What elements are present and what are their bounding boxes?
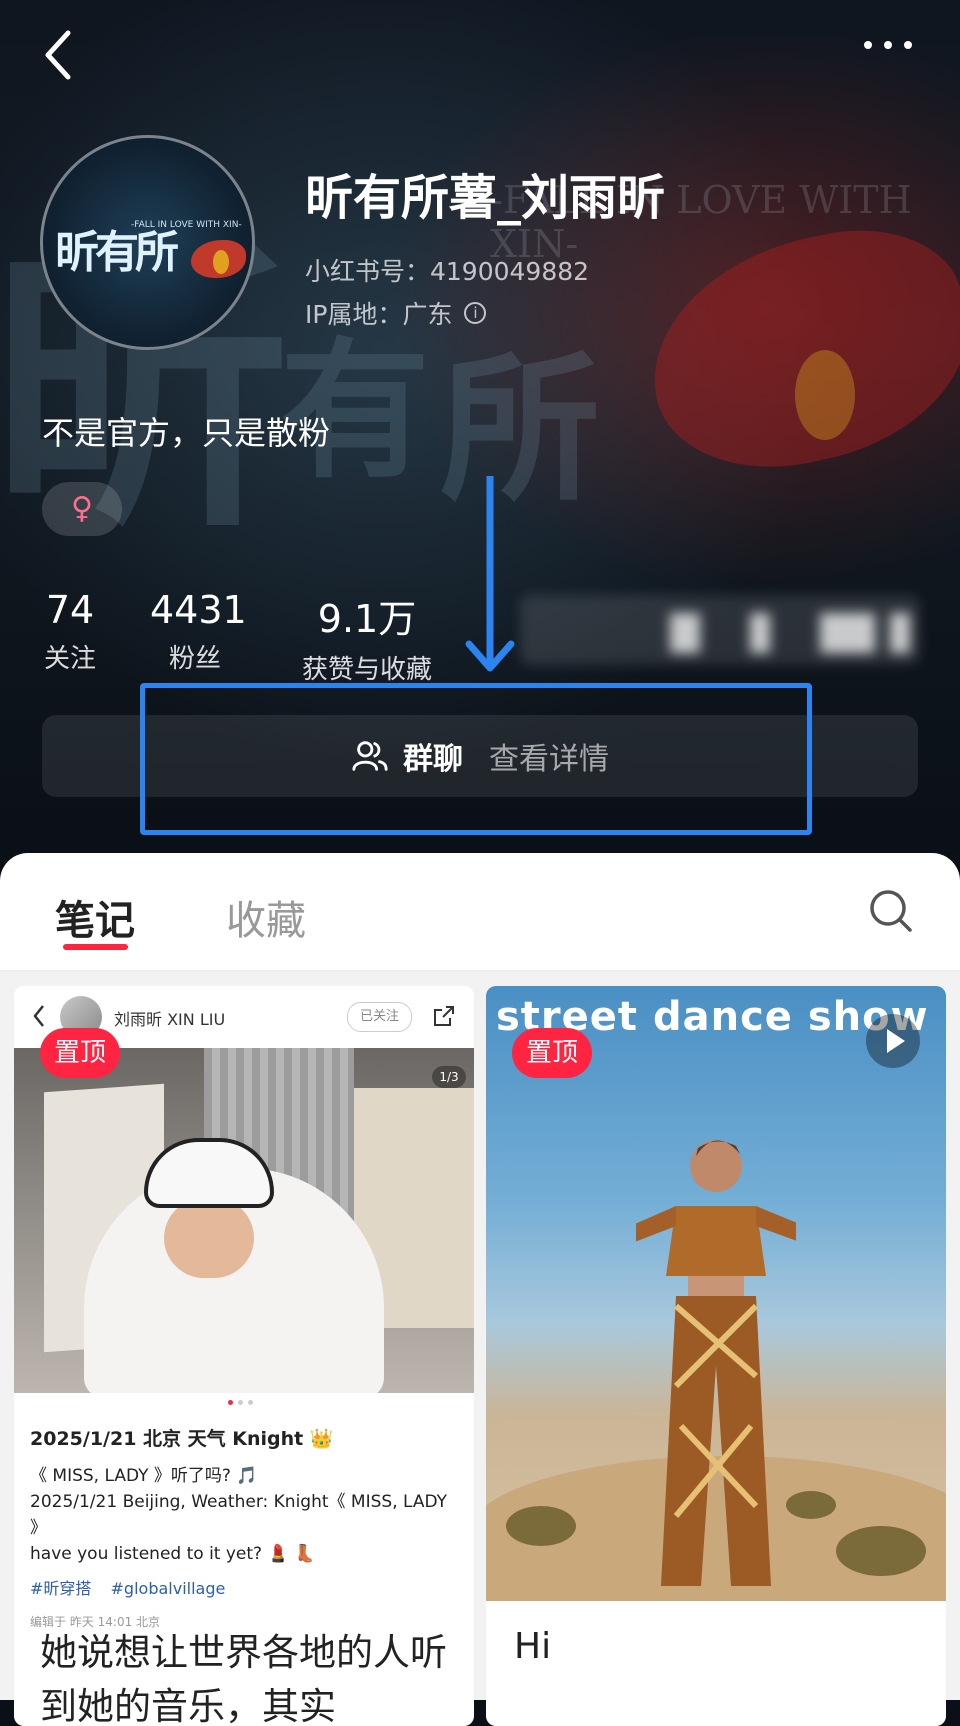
stat-fans[interactable]: 4431 粉丝 bbox=[150, 588, 247, 675]
note-title: 她说想让世界各地的人听到她的音乐，其实 bbox=[40, 1631, 447, 1726]
note-card[interactable]: street dance show Hi 置顶 bbox=[486, 986, 946, 1726]
caption-line: 2025/1/21 Beijing, Weather: Knight《 MISS… bbox=[30, 1492, 448, 1538]
carousel-dots bbox=[228, 1400, 253, 1405]
username: 昕有所薯_刘雨昕 bbox=[305, 170, 666, 226]
more-button[interactable] bbox=[860, 30, 920, 60]
background-logo-char-3: 所 bbox=[440, 335, 601, 523]
image-counter: 1/3 bbox=[432, 1066, 466, 1088]
pinned-badge: 置顶 bbox=[512, 1028, 593, 1078]
stat-likes-value: 9.1万 bbox=[317, 597, 417, 641]
play-icon bbox=[866, 1014, 920, 1068]
stat-following-label: 关注 bbox=[43, 644, 96, 674]
dancer-figure bbox=[636, 1140, 796, 1586]
stat-fans-label: 粉丝 bbox=[168, 644, 221, 674]
bio: 不是官方，只是散粉 bbox=[42, 414, 331, 452]
search-icon bbox=[870, 890, 912, 932]
info-icon[interactable]: i bbox=[464, 302, 487, 324]
annotation-arrow-icon bbox=[465, 476, 515, 672]
top-bar bbox=[0, 0, 960, 100]
annotation-highlight-box bbox=[140, 683, 812, 835]
tab-collections[interactable]: 收藏 bbox=[226, 888, 306, 946]
hashtag[interactable]: #昕穿搭 bbox=[30, 1579, 91, 1598]
back-arrow-icon bbox=[45, 30, 71, 80]
stat-fans-value: 4431 bbox=[150, 588, 247, 632]
pinned-badge: 置顶 bbox=[40, 1028, 121, 1078]
gender-tag: ♀ bbox=[42, 482, 122, 536]
avatar[interactable]: 昕有所 -FALL IN LOVE WITH XIN- bbox=[40, 135, 255, 350]
hashtag[interactable]: #globalvillage bbox=[111, 1579, 226, 1598]
note-card[interactable]: 刘雨昕 XIN LIU 已关注 1/3 2025/1/21 北京 天气 Knig… bbox=[14, 986, 474, 1726]
share-icon bbox=[434, 1006, 454, 1026]
female-icon: ♀ bbox=[71, 491, 93, 526]
tag-list: #昕穿搭 #globalvillage bbox=[30, 1575, 460, 1599]
following-badge: 已关注 bbox=[347, 1002, 413, 1032]
search-button[interactable] bbox=[868, 888, 914, 934]
background-seed bbox=[795, 350, 855, 440]
back-button[interactable] bbox=[40, 25, 80, 85]
ip-location-text: IP属地：广东 bbox=[305, 300, 453, 329]
tab-notes[interactable]: 笔记 bbox=[55, 888, 135, 946]
note-cover-image: 1/3 bbox=[14, 1048, 474, 1393]
back-arrow-icon bbox=[33, 1005, 44, 1027]
blurred-region bbox=[520, 595, 920, 665]
caption-line: have you listened to it yet? 💄 👢 bbox=[30, 1544, 316, 1564]
note-title: Hi bbox=[514, 1626, 552, 1667]
active-tab-indicator bbox=[63, 944, 128, 950]
red-id[interactable]: 小红书号：4190049882 bbox=[305, 252, 589, 288]
ip-location: IP属地：广东 i bbox=[305, 295, 487, 331]
stat-following[interactable]: 74 关注 bbox=[40, 588, 100, 675]
stat-likes-label: 获赞与收藏 bbox=[301, 655, 432, 685]
avatar-subtext: -FALL IN LOVE WITH XIN- bbox=[131, 220, 242, 230]
avatar-seed-icon bbox=[213, 250, 229, 274]
stat-following-value: 74 bbox=[45, 588, 95, 632]
note-caption: 2025/1/21 北京 天气 Knight 👑 《 MISS, LADY 》听… bbox=[30, 1424, 460, 1630]
note-cover-image: street dance show bbox=[486, 986, 946, 1601]
notes-feed: 刘雨昕 XIN LIU 已关注 1/3 2025/1/21 北京 天气 Knig… bbox=[0, 972, 960, 1726]
more-dots-icon bbox=[864, 41, 912, 49]
header-author-name: 刘雨昕 XIN LIU bbox=[114, 1010, 226, 1029]
stat-likes[interactable]: 9.1万 获赞与收藏 bbox=[292, 588, 442, 686]
caption-line: 2025/1/21 北京 天气 Knight 👑 bbox=[30, 1428, 334, 1450]
caption-line: 《 MISS, LADY 》听了吗? 🎵 bbox=[30, 1466, 258, 1486]
